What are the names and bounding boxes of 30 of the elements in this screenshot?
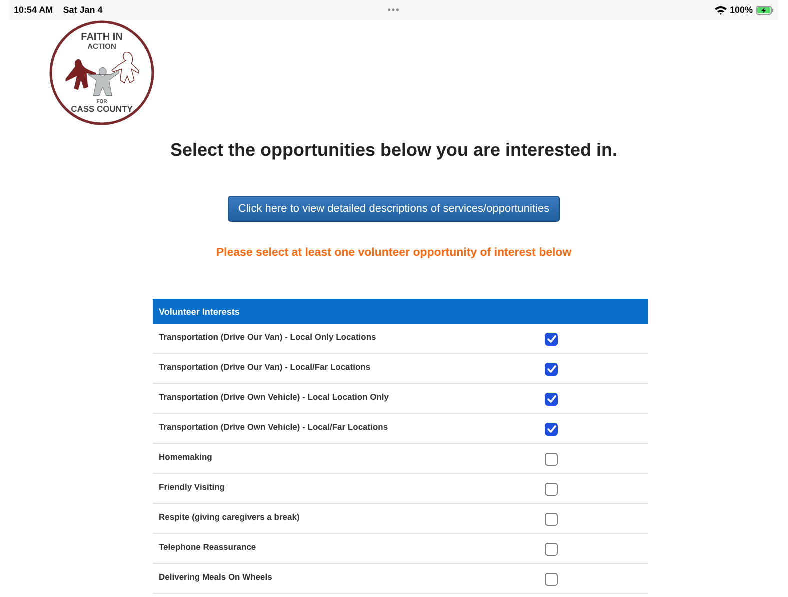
- interest-label: Respite (giving caregivers a break): [159, 512, 300, 522]
- checkbox[interactable]: [545, 543, 558, 556]
- interest-label: Homemaking: [159, 452, 212, 462]
- interest-label: Telephone Reassurance: [159, 542, 256, 552]
- checkbox[interactable]: [545, 423, 558, 436]
- validation-message: Please select at least one volunteer opportunity of interest below: [215, 247, 573, 259]
- page-title: Select the opportunities below you are interested in.: [169, 140, 619, 161]
- checkbox[interactable]: [545, 333, 558, 346]
- checkbox[interactable]: [545, 573, 558, 586]
- interest-label: Transportation (Drive Our Van) - Local Only Locations: [159, 332, 376, 342]
- multitasking-dots[interactable]: •••: [388, 5, 400, 15]
- battery-percent: 100%: [730, 5, 753, 15]
- table-header: Volunteer Interests: [153, 299, 648, 324]
- status-time: 10:54 AM: [14, 5, 54, 15]
- interest-label: Delivering Meals On Wheels: [159, 572, 272, 582]
- interest-label: Transportation (Drive Own Vehicle) - Local Location Only: [159, 392, 390, 402]
- checkbox[interactable]: [545, 393, 558, 406]
- checkbox[interactable]: [545, 363, 558, 376]
- checkbox[interactable]: [545, 513, 558, 526]
- interest-label: Transportation (Drive Own Vehicle) - Local/Far Locations: [159, 422, 388, 432]
- logo-text: CASS COUNTY: [71, 104, 133, 114]
- checkbox[interactable]: [545, 453, 558, 466]
- wifi-icon: [714, 6, 727, 14]
- interest-label: Transportation (Drive Our Van) - Local/Far Locations: [159, 362, 371, 372]
- battery-charging-icon: [756, 6, 774, 14]
- descriptions-button[interactable]: Click here to view detailed descriptions of services/opportunities: [228, 196, 560, 222]
- interest-label: Friendly Visiting: [159, 482, 225, 492]
- checkbox[interactable]: [545, 483, 558, 496]
- logo-text: FAITH IN: [81, 32, 123, 43]
- status-date: Sat Jan 4: [63, 5, 103, 15]
